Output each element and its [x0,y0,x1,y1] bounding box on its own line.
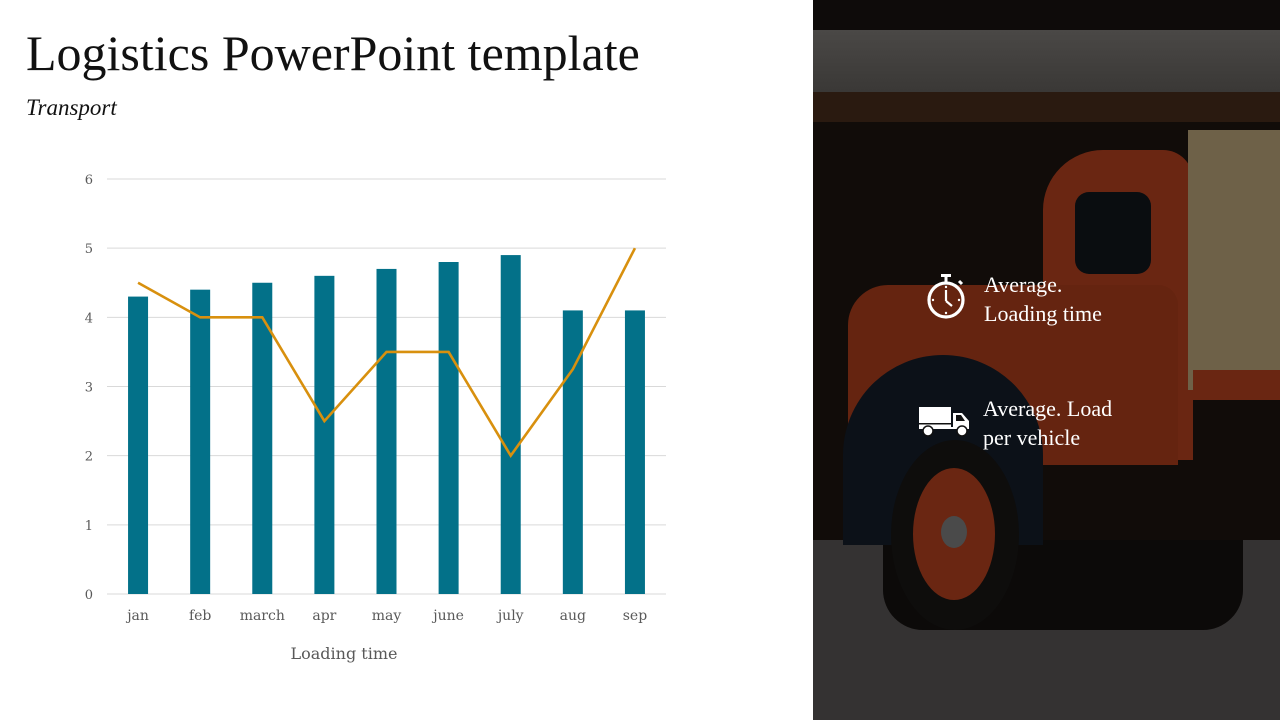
y-tick-label: 6 [85,173,93,188]
feature-loading-time-line1: Average. [984,272,1063,297]
bar-jan [128,296,149,594]
feature-load-per-vehicle: Average. Load per vehicle [915,394,1112,452]
photo-roof [813,30,1280,92]
photo-truck-window [1075,192,1151,274]
feature-load-per-vehicle-line2: per vehicle [983,425,1081,450]
y-tick-label: 2 [85,450,93,465]
photo-hub [941,516,967,548]
bar-sep [624,310,645,594]
x-tick-label: june [431,608,464,624]
photo-truck-rack [1188,130,1280,390]
bar-june [438,262,459,594]
y-tick-label: 1 [85,519,93,534]
y-tick-label: 5 [85,242,93,257]
x-tick-label: july [496,608,524,624]
x-tick-label: apr [312,608,336,624]
x-tick-label: aug [560,608,586,624]
x-tick-label: sep [623,608,647,624]
feature-loading-time: Average. Loading time [920,270,1102,328]
truck-icon [915,394,973,446]
feature-load-per-vehicle-line1: Average. Load [983,396,1113,421]
y-tick-label: 3 [85,381,93,396]
loading-time-chart: 0123456 jan feb march apr may june july aug sep … [85,173,666,663]
bar-apr [314,275,335,594]
x-tick-label: march [240,608,285,624]
bar-may [376,268,397,594]
bar-july [500,255,521,595]
truck-photo [813,0,1280,720]
x-tick-label: feb [189,608,211,624]
y-tick-label: 0 [85,588,93,603]
bar-feb [190,289,211,594]
x-axis-title: Loading time [291,644,398,663]
feature-loading-time-line2: Loading time [984,301,1102,326]
photo-truck-bed [1193,370,1280,400]
photo-eave [813,92,1280,122]
x-tick-label: jan [125,608,149,624]
y-tick-label: 4 [85,311,93,326]
x-tick-label: may [372,608,402,624]
stopwatch-icon [920,270,972,322]
